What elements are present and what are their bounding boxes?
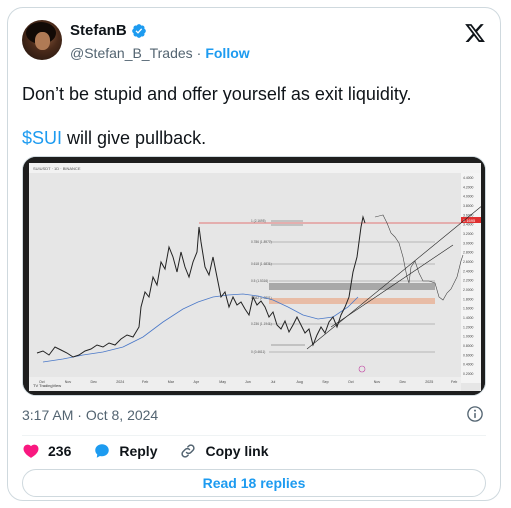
divider: [22, 435, 486, 436]
price-tick-label: 2.4000: [463, 269, 473, 273]
x-logo-icon[interactable]: [464, 22, 486, 44]
price-tick-label: 0.4000: [463, 363, 473, 367]
price-tick-label: 4.0000: [463, 195, 473, 199]
fib-label: 0.5 (1.5316): [251, 279, 268, 283]
price-tick-label: 1.6000: [463, 307, 473, 311]
price-tick-label: 1.4000: [463, 316, 473, 320]
price-tick-label: 3.2000: [463, 232, 473, 236]
chart-image: SUIUSDT · 1D · BINANCE 2.1695 4.40004.20…: [23, 157, 485, 395]
time-tick-label: Nov: [65, 380, 72, 384]
time-tick-label: May: [219, 380, 226, 384]
price-tick-label: 0.8000: [463, 344, 473, 348]
follow-button[interactable]: Follow: [205, 45, 249, 61]
tweet-text-line2: $SUI will give pullback.: [22, 126, 206, 150]
fib-label: 1 (2.1695): [251, 219, 266, 223]
tweet-text-line1: Don’t be stupid and offer yourself as ex…: [22, 84, 412, 104]
heart-icon: [23, 444, 39, 458]
copy-link-button[interactable]: Copy link: [179, 442, 269, 460]
price-tick-label: 3.4000: [463, 223, 473, 227]
tweet-meta-dot: ·: [77, 407, 82, 423]
time-tick-label: Dec: [91, 380, 98, 384]
time-tick-label: Nov: [374, 380, 381, 384]
author-handle[interactable]: @Stefan_B_Trades: [70, 45, 193, 61]
author-name-row[interactable]: StefanB: [70, 22, 147, 39]
author-handle-row: @Stefan_B_Trades · Follow: [70, 45, 250, 61]
tweet-timestamp[interactable]: 3:17 AM · Oct 8, 2024: [22, 407, 158, 423]
cashtag-link[interactable]: $SUI: [22, 128, 62, 148]
price-tick-label: 0.2000: [463, 372, 473, 376]
price-tick-label: 4.4000: [463, 176, 473, 180]
fib-label: 0 (0.4611): [251, 350, 265, 354]
fib-label: 0.236 (1.1941): [251, 322, 272, 326]
avatar-face: [35, 32, 50, 50]
price-tick-label: 2.2000: [463, 279, 473, 283]
price-tick-label: 1.8000: [463, 297, 473, 301]
link-icon: [181, 444, 196, 458]
author-display-name[interactable]: StefanB: [70, 22, 127, 39]
price-tick-label: 2.8000: [463, 251, 473, 255]
verified-badge-icon: [131, 23, 146, 38]
tradingview-watermark: TV TradingView: [33, 383, 61, 388]
time-tick-label: Jun: [245, 380, 251, 384]
price-tick-label: 2.0000: [463, 288, 473, 292]
info-icon[interactable]: [466, 405, 484, 423]
tweet-date: Oct 8, 2024: [85, 407, 159, 423]
chart-header-text: SUIUSDT · 1D · BINANCE: [33, 166, 81, 171]
time-tick-label: Apr: [194, 380, 200, 384]
price-tick-label: 4.2000: [463, 185, 473, 189]
time-tick-label: Feb: [451, 380, 457, 384]
action-bar: 236 Reply Copy link: [22, 441, 291, 461]
time-tick-label: Oct: [348, 380, 354, 384]
tweet-card: StefanB @Stefan_B_Trades · Follow Don’t …: [7, 7, 501, 501]
time-tick-label: Dec: [400, 380, 407, 384]
time-tick-label: Mar: [168, 380, 175, 384]
fib-label: 0.618 (1.6831): [251, 262, 272, 266]
time-tick-label: Feb: [142, 380, 148, 384]
avatar[interactable]: [22, 20, 62, 60]
price-tick-label: 3.0000: [463, 241, 473, 245]
price-tick-label: 0.6000: [463, 353, 473, 357]
tweet-time: 3:17 AM: [22, 407, 74, 423]
copy-link-label: Copy link: [205, 443, 269, 459]
price-tick-label: 1.2000: [463, 325, 473, 329]
fib-label: 0.786 (1.8977): [251, 240, 272, 244]
time-tick-label: 2025: [425, 380, 433, 384]
like-button[interactable]: 236: [22, 442, 71, 460]
price-tick-label: 2.6000: [463, 260, 473, 264]
reply-bubble-icon: [95, 444, 110, 458]
reply-button[interactable]: Reply: [93, 442, 157, 460]
time-tick-label: 2024: [116, 380, 124, 384]
handle-separator: ·: [196, 45, 202, 61]
like-count: 236: [48, 443, 72, 459]
tweet-text-line2-rest: will give pullback.: [62, 128, 207, 148]
time-tick-label: Jul: [271, 380, 276, 384]
time-tick-label: Aug: [297, 380, 303, 384]
read-replies-button[interactable]: Read 18 replies: [22, 469, 486, 497]
grey-zone: [269, 283, 435, 290]
price-tick-label: 1.0000: [463, 335, 473, 339]
price-tick-label: 3.8000: [463, 204, 473, 208]
reply-label: Reply: [119, 443, 158, 459]
time-tick-label: Sep: [322, 380, 328, 384]
tweet-media-chart[interactable]: SUIUSDT · 1D · BINANCE 2.1695 4.4000 4.20…: [22, 156, 486, 396]
